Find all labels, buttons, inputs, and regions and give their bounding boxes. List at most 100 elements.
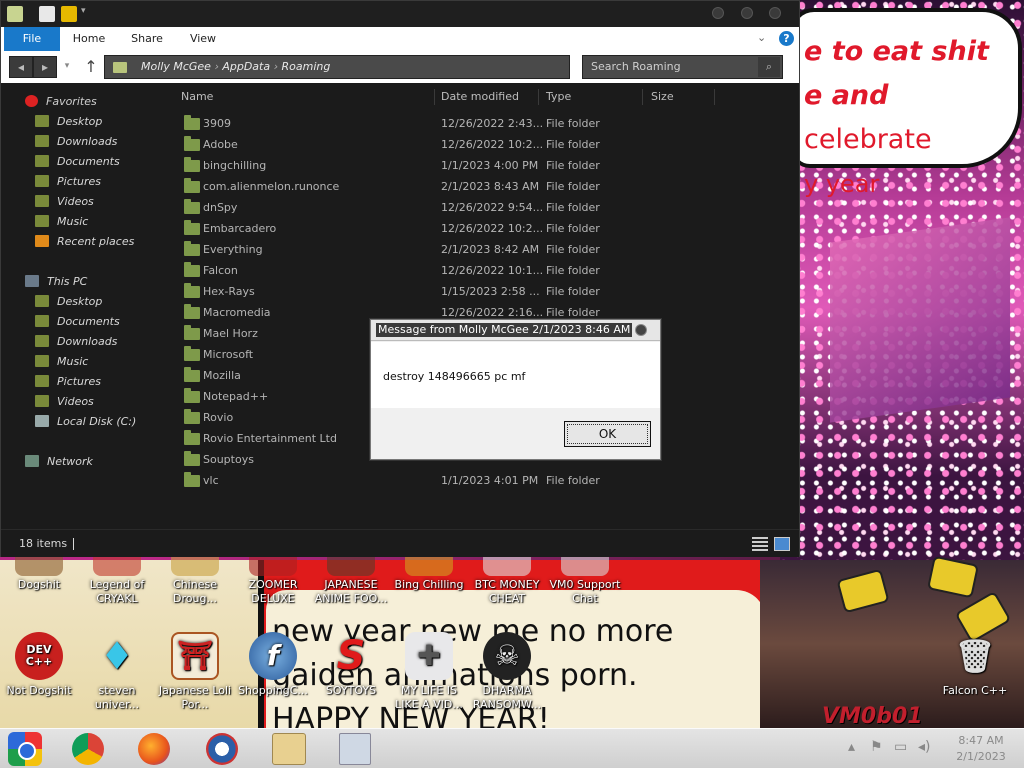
file-row[interactable]: bingchilling 1/1/2023 4:00 PM File folder: [181, 155, 791, 176]
file-row[interactable]: Falcon 12/26/2022 10:1... File folder: [181, 260, 791, 281]
file-row[interactable]: Hex-Rays 1/15/2023 2:58 ... File folder: [181, 281, 791, 302]
desktop-icon-label: Dogshit: [17, 578, 61, 591]
desktop-icon[interactable]: ✚ MY LIFE IS LIKE A VID...: [390, 632, 468, 712]
large-icons-view-icon[interactable]: [774, 537, 790, 551]
tab-home[interactable]: Home: [69, 27, 109, 51]
help-icon[interactable]: ?: [779, 31, 794, 46]
desktop-icon[interactable]: 🗑 Falcon C++: [936, 632, 1014, 698]
sidebar-item-desktop[interactable]: Desktop: [35, 113, 102, 131]
up-arrow-icon[interactable]: ↑: [83, 56, 99, 78]
breadcrumb-item[interactable]: Molly McGee: [141, 60, 211, 73]
sidebar-network[interactable]: Network: [25, 453, 93, 471]
desktop-icon[interactable]: ♦ steven univer...: [78, 632, 156, 712]
sidebar-item-pc-downloads[interactable]: Downloads: [35, 333, 117, 351]
network-icon: [25, 455, 39, 467]
column-header-date[interactable]: Date modified: [441, 88, 519, 106]
media-player-icon[interactable]: [206, 733, 238, 765]
file-name: Mael Horz: [203, 327, 258, 340]
ok-button[interactable]: OK: [564, 421, 651, 447]
desktop-icon-label: ZOOMER DELUXE: [248, 578, 298, 605]
desktop-icon-label: Chinese Droug...: [173, 578, 217, 605]
clock[interactable]: 8:47 AM 2/1/2023: [948, 733, 1014, 765]
file-row[interactable]: 3909 12/26/2022 2:43... File folder: [181, 113, 791, 134]
flag-icon[interactable]: ⚑: [870, 739, 883, 755]
file-explorer-taskbar-icon[interactable]: [272, 733, 306, 765]
tab-share[interactable]: Share: [125, 27, 169, 51]
sidebar-item-pc-disk[interactable]: Local Disk (C:): [35, 413, 136, 431]
sidebar-item-pc-music[interactable]: Music: [35, 353, 88, 371]
close-button[interactable]: [769, 7, 781, 19]
search-icon[interactable]: ⌕: [758, 57, 780, 77]
file-row[interactable]: Everything 2/1/2023 8:42 AM File folder: [181, 239, 791, 260]
desktop-icon[interactable]: Chinese Droug...: [156, 550, 234, 606]
sidebar-item-pc-videos[interactable]: Videos: [35, 393, 94, 411]
tab-file[interactable]: File: [4, 27, 60, 51]
properties-icon[interactable]: [39, 6, 55, 22]
sidebar-item-downloads[interactable]: Downloads: [35, 133, 117, 151]
chevron-down-icon[interactable]: ▾: [81, 6, 97, 22]
dev-cpp-icon: DEV C++: [15, 632, 63, 680]
new-folder-icon[interactable]: [61, 6, 77, 22]
details-view-icon[interactable]: [752, 537, 768, 551]
column-header-size[interactable]: Size: [651, 88, 674, 106]
minimize-button[interactable]: [712, 7, 724, 19]
breadcrumb-item[interactable]: AppData: [222, 60, 270, 73]
file-row[interactable]: com.alienmelon.runonce 2/1/2023 8:43 AM Fi…: [181, 176, 791, 197]
title-bar[interactable]: ▾: [1, 1, 799, 27]
desktop-icon[interactable]: VM0 Support Chat: [546, 550, 624, 606]
folder-icon: [184, 430, 200, 445]
sidebar-item-pictures[interactable]: Pictures: [35, 173, 101, 191]
search-input[interactable]: Search Roaming ⌕: [582, 55, 783, 79]
desktop-icon[interactable]: BTC MONEY CHEAT: [468, 550, 546, 606]
forward-button[interactable]: ▸: [33, 56, 57, 78]
dialog-title-bar[interactable]: Message from Molly McGee 2/1/2023 8:46 A…: [371, 320, 660, 341]
chevron-down-icon[interactable]: ⌄: [757, 31, 766, 44]
sidebar-item-videos[interactable]: Videos: [35, 193, 94, 211]
column-divider[interactable]: [434, 89, 435, 105]
volume-icon[interactable]: ◂): [918, 739, 931, 755]
column-divider[interactable]: [642, 89, 643, 105]
column-header-type[interactable]: Type: [546, 88, 571, 106]
desktop-icon[interactable]: ZOOMER DELUXE: [234, 550, 312, 606]
chrome-icon[interactable]: [72, 733, 104, 765]
column-divider[interactable]: [538, 89, 539, 105]
sidebar-item-music[interactable]: Music: [35, 213, 88, 231]
folder-icon: [184, 178, 200, 193]
file-row[interactable]: Adobe 12/26/2022 10:2... File folder: [181, 134, 791, 155]
address-bar[interactable]: Molly McGee › AppData › Roaming ↻: [104, 55, 671, 79]
firefox-icon[interactable]: [138, 733, 170, 765]
message-dialog[interactable]: Message from Molly McGee 2/1/2023 8:46 A…: [370, 319, 661, 460]
tab-view[interactable]: View: [185, 27, 221, 51]
file-type: File folder: [546, 138, 600, 151]
sidebar-item-pc-documents[interactable]: Documents: [35, 313, 120, 331]
sidebar-item-pc-desktop[interactable]: Desktop: [35, 293, 102, 311]
network-tray-icon[interactable]: ▭: [894, 739, 907, 755]
sidebar-favorites-header[interactable]: Favorites: [25, 93, 97, 111]
sidebar-item-pc-pictures[interactable]: Pictures: [35, 373, 101, 391]
file-explorer-window[interactable]: ▾ File Home Share View ⌄ ? ◂ ▸ ▾ ↑ Molly…: [0, 0, 800, 557]
file-row[interactable]: dnSpy 12/26/2022 9:54... File folder: [181, 197, 791, 218]
desktop-icon[interactable]: ⛩ Japanese Loli Por...: [156, 632, 234, 712]
dialog-close-button[interactable]: [635, 324, 647, 336]
desktop-icon[interactable]: JAPANESE ANIME FOO...: [312, 550, 390, 606]
back-button[interactable]: ◂: [9, 56, 33, 78]
sidebar-item-documents[interactable]: Documents: [35, 153, 120, 171]
desktop-icon[interactable]: ☠ DHARMA RANSOMW...: [468, 632, 546, 712]
column-header-name[interactable]: Name: [181, 88, 213, 106]
desktop-icon[interactable]: DEV C++ Not Dogshit: [0, 632, 78, 698]
desktop-icon[interactable]: f ShoppingC...: [234, 632, 312, 698]
sidebar-item-recent-places[interactable]: Recent places: [35, 233, 134, 251]
column-divider[interactable]: [714, 89, 715, 105]
maximize-button[interactable]: [741, 7, 753, 19]
sidebar-this-pc-header[interactable]: This PC: [25, 273, 87, 291]
start-button[interactable]: [8, 732, 42, 766]
file-row[interactable]: Embarcadero 12/26/2022 10:2... File folder: [181, 218, 791, 239]
recent-locations-icon[interactable]: ▾: [59, 56, 75, 78]
file-name: Notepad++: [203, 390, 269, 403]
file-row[interactable]: vlc 1/1/2023 4:01 PM File folder: [181, 470, 791, 491]
desktop-icon[interactable]: Legend of CRYAKL: [78, 550, 156, 606]
window-taskbar-icon[interactable]: [339, 733, 371, 765]
breadcrumb-item[interactable]: Roaming: [282, 60, 331, 73]
desktop-icon[interactable]: S SOYTOYS: [312, 632, 390, 698]
chevron-up-icon[interactable]: ▴: [848, 739, 855, 755]
